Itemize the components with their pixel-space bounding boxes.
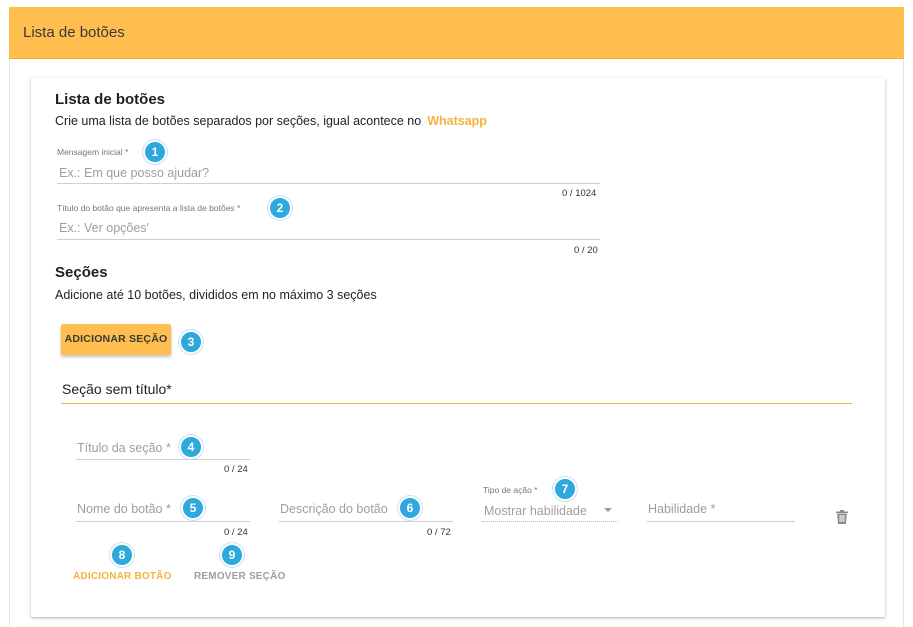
card-title: Lista de botões — [55, 91, 166, 108]
button-description-underline — [279, 521, 453, 522]
annotation-badge-9: 9 — [220, 543, 244, 567]
annotation-badge-2: 2 — [268, 196, 292, 220]
annotation-badge-4: 4 — [179, 435, 203, 459]
trash-icon[interactable] — [836, 510, 848, 524]
section-name-counter: 0 / 24 — [224, 464, 248, 475]
initial-message-input[interactable]: Ex.: Em que posso ajudar? — [59, 166, 209, 180]
caret-down-icon[interactable] — [604, 508, 612, 512]
list-button-title-counter: 0 / 20 — [574, 245, 598, 256]
button-name-input[interactable]: Nome do botão * — [77, 502, 171, 516]
initial-message-label: Mensagem inicial * — [57, 147, 129, 157]
whatsapp-link[interactable]: Whatsapp — [427, 114, 487, 128]
add-button-button[interactable]: ADICIONAR BOTÃO — [73, 571, 172, 582]
page-title: Lista de botões — [23, 24, 125, 41]
skill-input[interactable]: Habilidade * — [648, 502, 715, 516]
annotation-badge-1: 1 — [143, 140, 167, 164]
action-type-select[interactable]: Mostrar habilidade — [484, 504, 587, 518]
card-description-text: Crie uma lista de botões separados por s… — [55, 114, 422, 128]
list-button-title-underline — [57, 239, 600, 240]
remove-section-button[interactable]: REMOVER SEÇÃO — [194, 571, 286, 582]
annotation-badge-6: 6 — [398, 496, 422, 520]
section-title-input[interactable]: Seção sem título* — [62, 381, 172, 397]
annotation-badge-3: 3 — [179, 330, 203, 354]
initial-message-underline — [57, 183, 600, 184]
section-title-underline — [61, 403, 852, 404]
annotation-badge-7: 7 — [553, 477, 577, 501]
list-button-title-input[interactable]: Ex.: Ver opções' — [59, 221, 149, 235]
page-header: Lista de botões — [9, 7, 904, 59]
initial-message-counter: 0 / 1024 — [562, 188, 597, 199]
section-name-underline — [76, 459, 250, 460]
card-description: Crie uma lista de botões separados por s… — [55, 114, 487, 128]
action-type-label: Tipo de ação * — [483, 485, 538, 495]
action-type-underline — [482, 521, 618, 522]
annotation-badge-5: 5 — [181, 496, 205, 520]
button-description-input[interactable]: Descrição do botão — [280, 502, 388, 516]
list-button-title-label: Título do botão que apresenta a lista de… — [57, 203, 241, 213]
button-name-underline — [76, 521, 250, 522]
button-name-counter: 0 / 24 — [224, 527, 248, 538]
sections-heading: Seções — [55, 264, 108, 281]
button-list-card: Lista de botões Crie uma lista de botões… — [31, 78, 885, 617]
button-description-counter: 0 / 72 — [427, 527, 451, 538]
annotation-badge-8: 8 — [110, 543, 134, 567]
add-section-button[interactable]: ADICIONAR SEÇÃO — [61, 324, 171, 355]
skill-underline — [647, 521, 795, 522]
section-name-input[interactable]: Título da seção * — [77, 441, 171, 455]
sections-description: Adicione até 10 botões, divididos em no … — [55, 288, 377, 302]
